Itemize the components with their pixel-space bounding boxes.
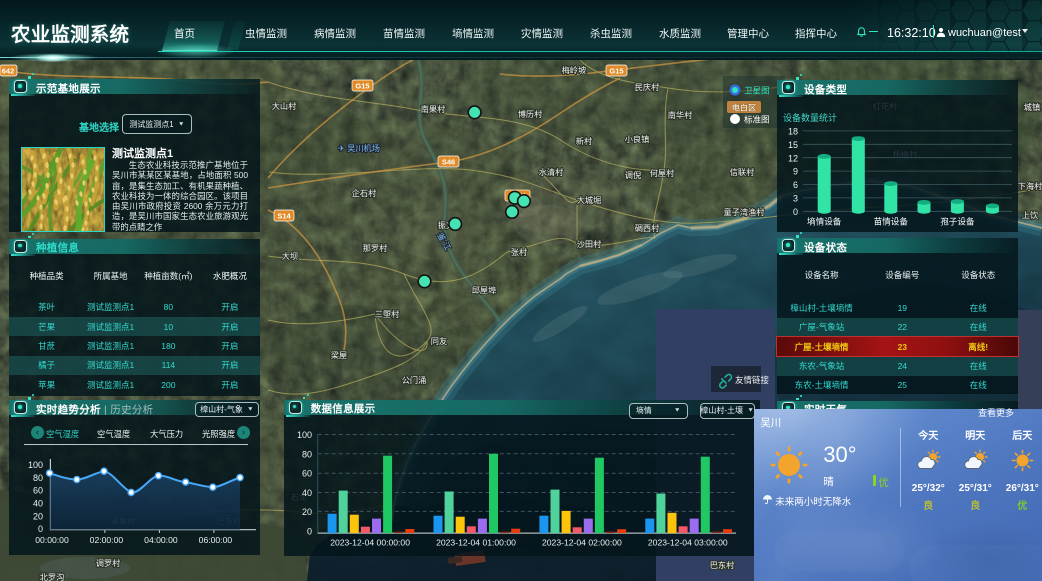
svg-text:博历村: 博历村 <box>518 109 543 119</box>
svg-text:20: 20 <box>33 512 43 522</box>
svg-text:2023-12-04 01:00:00: 2023-12-04 01:00:00 <box>436 537 516 547</box>
svg-text:调罗村: 调罗村 <box>96 558 121 568</box>
svg-text:公门涌: 公门涌 <box>402 375 427 385</box>
svg-text:大坝: 大坝 <box>282 251 298 261</box>
svg-text:15: 15 <box>788 140 798 150</box>
svg-text:新村: 新村 <box>576 136 592 146</box>
svg-text:巴东村: 巴东村 <box>710 560 735 570</box>
svg-text:0: 0 <box>793 207 798 217</box>
svg-text:12: 12 <box>788 153 798 163</box>
svg-text:6: 6 <box>793 180 798 190</box>
svg-text:信联村: 信联村 <box>730 167 755 177</box>
svg-text:60: 60 <box>33 486 43 496</box>
svg-text:卫星图: 卫星图 <box>744 86 770 96</box>
svg-text:9: 9 <box>793 167 798 177</box>
svg-text:60: 60 <box>302 468 312 478</box>
svg-text:20: 20 <box>302 506 312 516</box>
svg-text:02:00:00: 02:00:00 <box>90 535 124 545</box>
svg-text:沙田村: 沙田村 <box>577 239 602 249</box>
svg-text:80: 80 <box>302 449 312 459</box>
svg-text:下海村: 下海村 <box>1018 181 1042 191</box>
svg-text:3: 3 <box>793 194 798 204</box>
svg-text:小良镇: 小良镇 <box>625 134 650 144</box>
svg-text:城镇: 城镇 <box>1024 102 1040 112</box>
svg-text:标准图: 标准图 <box>744 115 770 125</box>
svg-text:80: 80 <box>33 473 43 483</box>
svg-text:三塱村: 三塱村 <box>375 309 400 319</box>
svg-text:2023-12-04 02:00:00: 2023-12-04 02:00:00 <box>542 537 622 547</box>
svg-text:张村: 张村 <box>511 247 527 257</box>
svg-text:G15: G15 <box>609 67 623 76</box>
svg-text:邱屋埠: 邱屋埠 <box>472 285 497 295</box>
svg-text:梁屋: 梁屋 <box>331 351 347 360</box>
svg-text:G15: G15 <box>355 82 369 91</box>
svg-text:何屋村: 何屋村 <box>650 168 675 178</box>
svg-text:孢子设备: 孢子设备 <box>940 216 975 227</box>
svg-text:北罗沟: 北罗沟 <box>40 572 65 581</box>
svg-text:00:00:00: 00:00:00 <box>35 535 69 545</box>
svg-text:企石村: 企石村 <box>352 188 377 198</box>
svg-text:南果村: 南果村 <box>421 104 446 114</box>
svg-text:民庆村: 民庆村 <box>635 82 660 92</box>
svg-text:0: 0 <box>38 524 43 534</box>
svg-text:✈ 吴川机场: ✈ 吴川机场 <box>338 143 380 153</box>
svg-text:04:00:00: 04:00:00 <box>144 535 178 545</box>
svg-text:642: 642 <box>2 67 15 76</box>
svg-text:墒情设备: 墒情设备 <box>807 216 842 227</box>
svg-text:40: 40 <box>33 499 43 509</box>
svg-text:大山村: 大山村 <box>272 101 297 111</box>
svg-text:06:00:00: 06:00:00 <box>199 535 233 545</box>
svg-text:碉西村: 碉西村 <box>635 223 660 233</box>
svg-text:40: 40 <box>302 488 312 498</box>
svg-text:调倪: 调倪 <box>625 170 641 180</box>
svg-text:18: 18 <box>788 127 798 137</box>
svg-text:大城堀: 大城堀 <box>577 195 602 205</box>
svg-text:上饮: 上饮 <box>1022 210 1038 220</box>
svg-text:南华村: 南华村 <box>668 110 693 120</box>
svg-text:梅岭坡: 梅岭坡 <box>562 65 587 75</box>
svg-text:那罗村: 那罗村 <box>363 243 388 253</box>
svg-text:100: 100 <box>28 460 43 470</box>
svg-text:电白区: 电白区 <box>732 103 757 113</box>
svg-text:100: 100 <box>297 430 312 440</box>
svg-text:2023-12-04 03:00:00: 2023-12-04 03:00:00 <box>648 537 728 547</box>
svg-text:0: 0 <box>307 526 312 536</box>
svg-text:苗情设备: 苗情设备 <box>874 216 909 227</box>
svg-text:水清村: 水清村 <box>539 167 564 177</box>
svg-text:2023-12-04 00:00:00: 2023-12-04 00:00:00 <box>330 537 410 547</box>
svg-text:友情链接: 友情链接 <box>735 375 770 385</box>
svg-text:S46: S46 <box>442 158 455 167</box>
svg-text:童子湾渔村: 童子湾渔村 <box>724 207 765 217</box>
svg-text:同友: 同友 <box>431 336 447 346</box>
svg-text:S14: S14 <box>277 212 291 221</box>
